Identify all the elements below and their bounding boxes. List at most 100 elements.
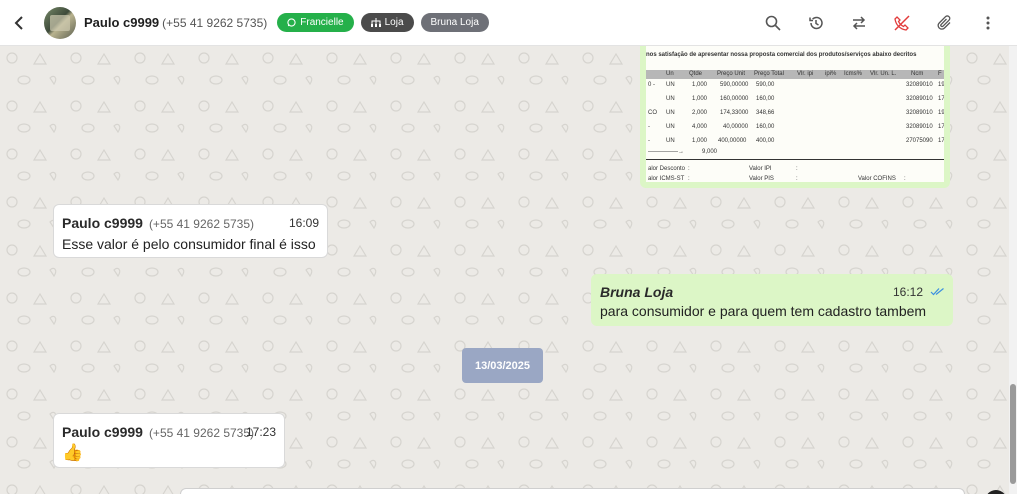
message-input[interactable]	[180, 488, 965, 494]
end-call-button[interactable]	[880, 0, 923, 46]
row-ncm: 32089010	[906, 96, 933, 102]
history-icon	[808, 16, 823, 30]
footer-sep: :	[688, 166, 690, 172]
row-unit: 174,33000	[720, 110, 749, 116]
search-button[interactable]	[751, 0, 794, 46]
contact-phone: (+55 41 9262 5735)	[162, 15, 268, 30]
tag-label: Francielle	[300, 17, 344, 28]
row-total: 348,66	[756, 110, 775, 116]
col-f: F	[938, 71, 942, 77]
outgoing-message[interactable]: Bruna Loja 16:12 para consumidor e para …	[591, 274, 953, 326]
scrollbar-thumb[interactable]	[1010, 384, 1016, 484]
whatsapp-icon	[287, 18, 296, 27]
row-total: 160,00	[756, 96, 775, 102]
sender-name: Paulo c9999	[62, 215, 143, 231]
row-qtde: 4,000	[692, 124, 708, 130]
col-ncm: Ncm	[911, 71, 924, 77]
sender-phone: (+55 41 9262 5735)	[148, 217, 255, 231]
row-ncm: 32089010	[906, 82, 933, 88]
row-ncm: 32089010	[906, 124, 933, 130]
row-unit: 40,00000	[723, 124, 749, 130]
chat-header: Paulo c9999 (+55 41 9262 5735) Franciell…	[0, 0, 1017, 46]
tag-label: Loja	[384, 17, 404, 28]
row-total: 400,00	[756, 138, 775, 144]
row-un: UN	[666, 110, 675, 116]
sender-name: Bruna Loja	[600, 284, 674, 300]
row-un: UN	[666, 138, 675, 144]
footer-sep: :	[796, 166, 798, 172]
date-separator: 13/03/2025	[462, 348, 543, 383]
contact-name[interactable]: Paulo c9999	[84, 15, 159, 30]
sender-phone: (+55 41 9262 5735)	[148, 426, 255, 440]
back-button[interactable]	[0, 0, 38, 46]
history-button[interactable]	[794, 0, 837, 46]
tag-label: Bruna Loja	[430, 17, 479, 28]
message-text: para consumidor e para quem tem cadastro…	[600, 303, 927, 319]
row-f: 19	[938, 110, 944, 116]
row-qtde: 1,000	[692, 96, 708, 102]
row-total: 590,00	[756, 82, 775, 88]
message-time: 17:23	[245, 425, 276, 439]
row-prefix: 0 -	[648, 82, 656, 88]
footer-label: Valor IPI	[749, 166, 772, 172]
row-f: 19	[938, 82, 944, 88]
col-icms-pct: Icms%	[844, 71, 862, 77]
footer-sep: :	[688, 176, 690, 182]
transfer-button[interactable]	[837, 0, 880, 46]
message-text: Esse valor é pelo consumidor final é iss…	[62, 236, 316, 252]
message-time: 16:09	[288, 216, 319, 230]
transfer-icon	[852, 16, 865, 30]
chevron-left-icon	[14, 15, 23, 30]
col-qtde: Qtde	[689, 71, 703, 77]
row-ncm: 27075090	[906, 138, 933, 144]
row-prefix: -	[648, 138, 650, 144]
sitemap-icon	[370, 18, 381, 27]
document-image-message[interactable]: nos satisfação de apresentar nossa propo…	[640, 46, 950, 188]
row-ncm: 32089010	[906, 110, 933, 116]
attach-button[interactable]	[923, 0, 966, 46]
row-prefix: -	[648, 124, 650, 130]
row-qtde: 1,000	[692, 138, 708, 144]
col-preco-unit: Preço Unit	[717, 71, 746, 77]
document-intro: nos satisfação de apresentar nossa propo…	[646, 52, 917, 58]
row-unit: 400,00000	[718, 138, 747, 144]
total-qty: 9,000	[702, 149, 718, 155]
footer-label: alor ICMS-ST	[648, 176, 685, 182]
row-f: 17	[938, 124, 944, 130]
incoming-message[interactable]: Paulo c9999 (+55 41 9262 5735) 16:09 Esse…	[53, 204, 328, 258]
row-qtde: 1,000	[692, 82, 708, 88]
row-unit: 160,00000	[720, 96, 749, 102]
col-ipi-pct: ipi%	[825, 71, 837, 77]
footer-label: Valor COFINS	[858, 176, 896, 182]
footer-label: Valor PIS	[749, 176, 774, 182]
row-un: UN	[666, 82, 675, 88]
tag-francielle[interactable]: Francielle	[277, 13, 354, 32]
message-sender-line: Paulo c9999 (+55 41 9262 5735)	[62, 424, 254, 442]
tag-bruna-loja[interactable]: Bruna Loja	[420, 13, 489, 32]
message-sender-line: Paulo c9999 (+55 41 9262 5735)	[62, 215, 254, 233]
divider	[646, 159, 944, 160]
chat-area[interactable]: nos satisfação de apresentar nossa propo…	[0, 46, 1009, 494]
sender-name: Paulo c9999	[62, 424, 143, 440]
end-call-icon	[893, 15, 910, 31]
avatar[interactable]	[44, 6, 76, 39]
footer-sep: :	[796, 176, 798, 182]
col-vlr-un-l: Vlr. Un. L.	[870, 71, 897, 77]
message-time: 16:12	[892, 285, 923, 299]
tag-loja[interactable]: Loja	[360, 13, 414, 32]
header-actions	[751, 0, 1009, 46]
col-vlr-ipi: Vlr. ipi	[797, 71, 814, 77]
incoming-message[interactable]: Paulo c9999 (+55 41 9262 5735) 17:23 👍	[53, 413, 285, 468]
col-un: Un	[666, 71, 674, 77]
row-unit: 590,00000	[720, 82, 749, 88]
search-icon	[765, 15, 781, 31]
row-f: 17	[938, 96, 944, 102]
col-preco-total: Preço Total	[754, 71, 784, 77]
row-un: UN	[666, 96, 675, 102]
chat-scrollbar[interactable]	[1009, 46, 1017, 494]
arrow-line: —————→	[648, 149, 684, 155]
row-f: 17	[938, 138, 944, 144]
double-check-icon	[930, 288, 944, 296]
row-qtde: 2,000	[692, 110, 708, 116]
more-options-button[interactable]	[966, 0, 1009, 46]
